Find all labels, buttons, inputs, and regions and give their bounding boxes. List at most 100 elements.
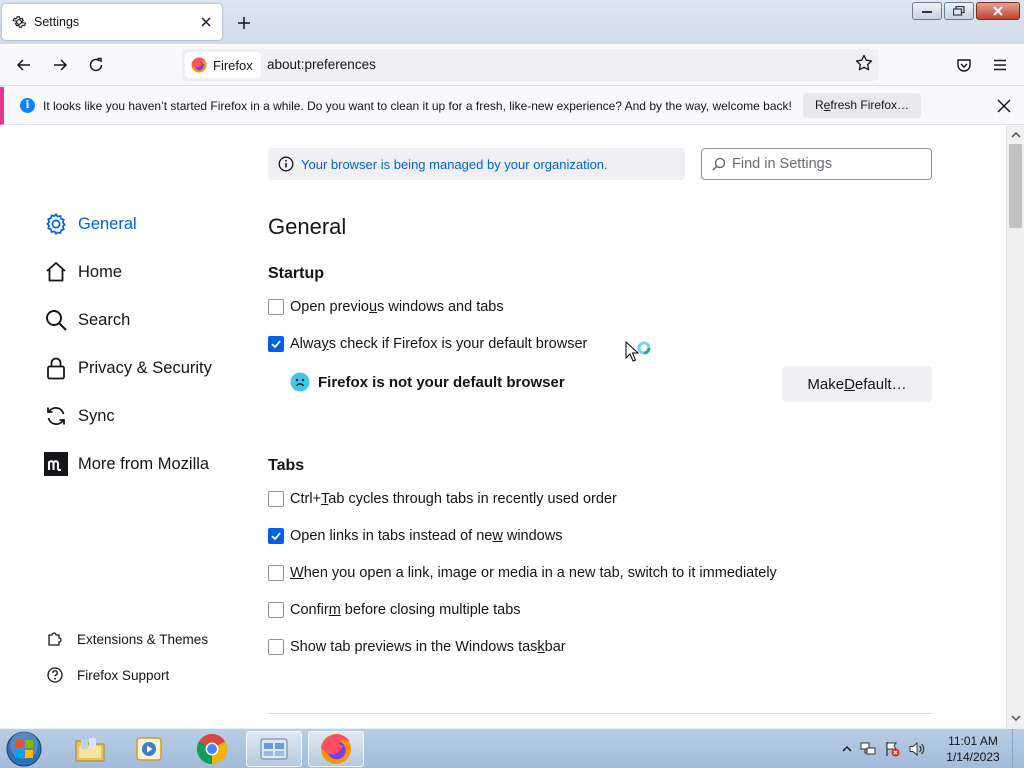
default-browser-status-text: Firefox is not your default browser — [318, 373, 565, 391]
scroll-up-arrow-icon[interactable] — [1011, 130, 1021, 140]
checkbox-open-links-in-tabs[interactable]: Open links in tabs instead of new window… — [268, 528, 562, 544]
new-tab-button[interactable] — [233, 12, 255, 34]
taskbar: 11:01 AM 1/14/2023 — [0, 728, 1024, 768]
window-close-button[interactable] — [976, 2, 1020, 20]
star-icon — [855, 54, 873, 71]
checkbox-label: Always check if Firefox is your default … — [290, 336, 588, 352]
sidebar-item-label: General — [78, 214, 137, 233]
checkbox[interactable] — [268, 491, 284, 507]
folder-icon — [75, 738, 105, 762]
checkbox-always-check-default[interactable]: Always check if Firefox is your default … — [268, 336, 587, 352]
action-center-flag-icon[interactable] — [884, 741, 900, 757]
network-icon[interactable] — [860, 741, 876, 757]
firefox-icon — [321, 734, 351, 764]
back-button[interactable] — [10, 51, 38, 79]
show-hidden-icons-icon[interactable] — [842, 744, 852, 754]
sidebar-link-label: Firefox Support — [77, 667, 170, 683]
chrome-icon — [196, 734, 228, 764]
show-desktop-button[interactable] — [1012, 729, 1024, 768]
checkbox[interactable] — [268, 639, 284, 655]
gear-icon — [12, 16, 27, 28]
checkbox-label: When you open a link, image or media in … — [290, 565, 777, 581]
scroll-down-arrow-icon[interactable] — [1011, 713, 1021, 723]
app-menu-button[interactable] — [986, 51, 1014, 79]
taskbar-app-control-panel[interactable] — [246, 731, 302, 767]
start-button[interactable] — [4, 730, 44, 768]
restore-button[interactable] — [944, 2, 974, 20]
taskbar-clock[interactable]: 11:01 AM 1/14/2023 — [940, 733, 1006, 765]
managed-policy-notice[interactable]: Your browser is being managed by your or… — [268, 148, 685, 180]
checkbox[interactable] — [268, 565, 284, 581]
hamburger-menu-icon — [994, 59, 1006, 71]
sidebar-item-label: Home — [78, 262, 123, 281]
info-icon — [278, 156, 294, 172]
checkbox-ctrl-tab-recent[interactable]: Ctrl+Tab cycles through tabs in recently… — [268, 491, 617, 507]
help-icon — [47, 667, 63, 683]
checkbox[interactable] — [268, 299, 284, 315]
sidebar-item-privacy[interactable]: Privacy & Security — [44, 356, 212, 380]
pocket-button[interactable] — [950, 51, 978, 79]
refresh-firefox-button[interactable]: Refresh Firefox… — [803, 93, 922, 118]
info-icon: i — [20, 98, 35, 113]
sidebar-link-label: Extensions & Themes — [77, 631, 209, 647]
sidebar-item-more-from-mozilla[interactable]: More from Mozilla — [44, 452, 209, 476]
search-icon — [712, 157, 726, 171]
tab-close-button[interactable] — [194, 10, 218, 34]
sync-icon — [44, 404, 68, 428]
find-in-settings-input[interactable] — [732, 156, 922, 172]
restore-icon — [953, 6, 965, 16]
taskbar-app-file-explorer[interactable] — [62, 731, 118, 767]
arrow-left-icon — [16, 59, 30, 71]
checkbox-switch-to-new-tab[interactable]: When you open a link, image or media in … — [268, 565, 777, 581]
lock-icon — [44, 356, 68, 380]
find-in-settings-field[interactable] — [701, 148, 932, 180]
checkbox-taskbar-previews[interactable]: Show tab previews in the Windows taskbar — [268, 639, 566, 655]
taskbar-app-media-player[interactable] — [121, 731, 177, 767]
control-panel-icon — [260, 738, 288, 760]
url-text[interactable]: about:preferences — [267, 57, 376, 72]
sidebar-item-label: Privacy & Security — [78, 358, 212, 377]
sidebar-item-home[interactable]: Home — [44, 260, 122, 284]
checkbox-open-previous-windows[interactable]: Open previous windows and tabs — [268, 299, 504, 315]
checkmark-icon — [271, 340, 281, 349]
forward-button[interactable] — [46, 51, 74, 79]
sidebar-link-firefox-support[interactable]: Firefox Support — [46, 666, 169, 684]
vertical-scrollbar[interactable] — [1006, 126, 1024, 728]
identity-label: Firefox — [213, 57, 253, 73]
windows-start-icon — [6, 731, 42, 767]
window-controls — [912, 2, 1020, 20]
taskbar-app-firefox[interactable] — [308, 731, 364, 767]
taskbar-app-chrome[interactable] — [184, 731, 240, 767]
checkbox[interactable] — [268, 602, 284, 618]
checkbox[interactable] — [268, 336, 284, 352]
section-divider — [268, 713, 932, 714]
reload-button[interactable] — [82, 51, 110, 79]
notification-message: It looks like you haven’t started Firefo… — [43, 99, 792, 113]
sidebar-item-general[interactable]: General — [44, 212, 137, 236]
section-title-startup: Startup — [268, 265, 324, 282]
sidebar-item-search[interactable]: Search — [44, 308, 130, 332]
url-bar[interactable]: Firefox about:preferences — [182, 49, 879, 81]
pocket-icon — [957, 59, 971, 72]
sidebar-item-sync[interactable]: Sync — [44, 404, 115, 428]
volume-icon[interactable] — [908, 741, 926, 757]
checkbox-confirm-close-tabs[interactable]: Confirm before closing multiple tabs — [268, 602, 521, 618]
media-player-icon — [136, 737, 162, 761]
clock-time: 11:01 AM — [948, 734, 998, 748]
navigation-toolbar: Firefox about:preferences — [0, 44, 1024, 86]
minimize-button[interactable] — [912, 2, 942, 20]
notification-close-button[interactable] — [994, 96, 1014, 116]
checkbox-label: Confirm before closing multiple tabs — [290, 602, 521, 618]
tab-settings[interactable]: Settings — [2, 4, 222, 40]
identity-box[interactable]: Firefox — [185, 52, 261, 78]
plus-icon — [238, 17, 250, 29]
managed-policy-text: Your browser is being managed by your or… — [301, 156, 608, 172]
sidebar-item-label: Search — [78, 310, 131, 329]
checkbox[interactable] — [268, 528, 284, 544]
sidebar-link-extensions-themes[interactable]: Extensions & Themes — [46, 630, 208, 648]
make-default-button[interactable]: Make Default… — [782, 366, 932, 402]
arrow-right-icon — [54, 59, 68, 71]
notification-bar: i It looks like you haven’t started Fire… — [0, 87, 1024, 125]
bookmark-button[interactable] — [855, 54, 873, 72]
scrollbar-thumb[interactable] — [1009, 144, 1022, 228]
